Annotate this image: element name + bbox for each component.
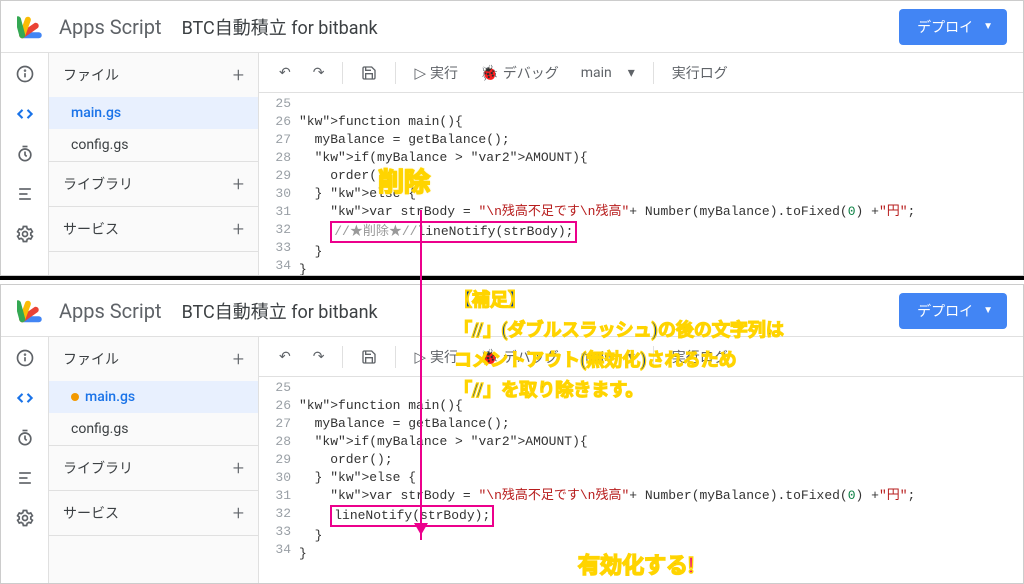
divider	[0, 276, 1024, 280]
left-rail	[1, 53, 49, 275]
services-section-header: サービス +	[49, 491, 258, 535]
executions-icon[interactable]	[14, 183, 36, 205]
caret-down-icon: ▼	[983, 305, 993, 316]
bug-icon: 🐞	[480, 348, 499, 366]
header: Apps Script BTC自動積立 for bitbank デプロイ ▼	[1, 1, 1023, 53]
function-selector[interactable]: main▾	[573, 345, 643, 369]
file-item-main[interactable]: main.gs	[49, 97, 258, 129]
editor-pane: ↶ ↷ ▷実行 🐞デバッグ main▾ 実行ログ 252627282930313…	[259, 53, 1023, 275]
libraries-label: ライブラリ	[63, 174, 133, 194]
code-area[interactable]: 25262728293031323334 "kw">function main(…	[259, 93, 1023, 275]
libraries-label: ライブラリ	[63, 458, 133, 478]
run-button[interactable]: ▷実行	[406, 57, 466, 89]
caret-down-icon: ▾	[628, 65, 635, 81]
apps-script-logo-icon	[17, 12, 47, 42]
add-service-icon[interactable]: +	[233, 501, 244, 525]
files-label: ファイル	[63, 349, 119, 369]
line-gutter: 25262728293031323334	[259, 377, 299, 583]
files-label: ファイル	[63, 65, 119, 85]
services-label: サービス	[63, 503, 119, 523]
libraries-section-header: ライブラリ +	[49, 446, 258, 490]
screenshot-after: Apps Script BTC自動積立 for bitbank デプロイ ▼ フ…	[0, 284, 1024, 584]
editor-toolbar: ↶ ↷ ▷実行 🐞デバッグ main▾ 実行ログ	[259, 337, 1023, 377]
brand-name: Apps Script	[59, 299, 162, 323]
add-file-icon[interactable]: +	[233, 63, 244, 87]
undo-icon[interactable]: ↶	[271, 343, 299, 371]
undo-icon[interactable]: ↶	[271, 59, 299, 87]
execution-log-button[interactable]: 実行ログ	[664, 341, 736, 373]
info-icon[interactable]	[14, 347, 36, 369]
triggers-icon[interactable]	[14, 427, 36, 449]
files-section-header: ファイル +	[49, 53, 258, 97]
run-button[interactable]: ▷実行	[406, 341, 466, 373]
file-item-config[interactable]: config.gs	[49, 413, 258, 445]
deploy-label: デプロイ	[917, 301, 973, 321]
settings-icon[interactable]	[14, 223, 36, 245]
header: Apps Script BTC自動積立 for bitbank デプロイ ▼	[1, 285, 1023, 337]
settings-icon[interactable]	[14, 507, 36, 529]
execution-log-button[interactable]: 実行ログ	[664, 57, 736, 89]
add-library-icon[interactable]: +	[233, 456, 244, 480]
deploy-button[interactable]: デプロイ ▼	[899, 9, 1007, 45]
info-icon[interactable]	[14, 63, 36, 85]
files-section-header: ファイル +	[49, 337, 258, 381]
annotation-arrow-icon	[420, 210, 422, 540]
brand-name: Apps Script	[59, 15, 162, 39]
debug-button[interactable]: 🐞デバッグ	[472, 57, 567, 89]
line-gutter: 25262728293031323334	[259, 93, 299, 275]
editor-toolbar: ↶ ↷ ▷実行 🐞デバッグ main▾ 実行ログ	[259, 53, 1023, 93]
screenshot-before: Apps Script BTC自動積立 for bitbank デプロイ ▼ フ…	[0, 0, 1024, 276]
deploy-label: デプロイ	[917, 17, 973, 37]
save-icon[interactable]	[353, 59, 385, 87]
add-file-icon[interactable]: +	[233, 347, 244, 371]
bug-icon: 🐞	[480, 64, 499, 82]
executions-icon[interactable]	[14, 467, 36, 489]
file-item-main[interactable]: main.gs	[49, 381, 258, 413]
triggers-icon[interactable]	[14, 143, 36, 165]
services-label: サービス	[63, 219, 119, 239]
editor-icon[interactable]	[14, 387, 36, 409]
debug-button[interactable]: 🐞デバッグ	[472, 341, 567, 373]
redo-icon[interactable]: ↷	[305, 343, 333, 371]
play-icon: ▷	[414, 64, 426, 82]
add-service-icon[interactable]: +	[233, 217, 244, 241]
unsaved-dot-icon	[71, 393, 79, 401]
file-item-config[interactable]: config.gs	[49, 129, 258, 161]
redo-icon[interactable]: ↷	[305, 59, 333, 87]
save-icon[interactable]	[353, 343, 385, 371]
function-selector[interactable]: main▾	[573, 61, 643, 85]
editor-icon[interactable]	[14, 103, 36, 125]
deploy-button[interactable]: デプロイ ▼	[899, 293, 1007, 329]
services-section-header: サービス +	[49, 207, 258, 251]
left-rail	[1, 337, 49, 583]
code-area[interactable]: 25262728293031323334 "kw">function main(…	[259, 377, 1023, 583]
apps-script-logo-icon	[17, 296, 47, 326]
libraries-section-header: ライブラリ +	[49, 162, 258, 206]
project-title[interactable]: BTC自動積立 for bitbank	[182, 298, 900, 324]
sidebar: ファイル + main.gs config.gs ライブラリ + サービス +	[49, 53, 259, 275]
caret-down-icon: ▼	[983, 21, 993, 32]
editor-pane: ↶ ↷ ▷実行 🐞デバッグ main▾ 実行ログ 252627282930313…	[259, 337, 1023, 583]
sidebar: ファイル + main.gs config.gs ライブラリ + サービス +	[49, 337, 259, 583]
add-library-icon[interactable]: +	[233, 172, 244, 196]
caret-down-icon: ▾	[628, 349, 635, 365]
code-lines[interactable]: "kw">function main(){ myBalance = getBal…	[299, 93, 1023, 275]
code-lines[interactable]: "kw">function main(){ myBalance = getBal…	[299, 377, 1023, 583]
project-title[interactable]: BTC自動積立 for bitbank	[182, 14, 900, 40]
